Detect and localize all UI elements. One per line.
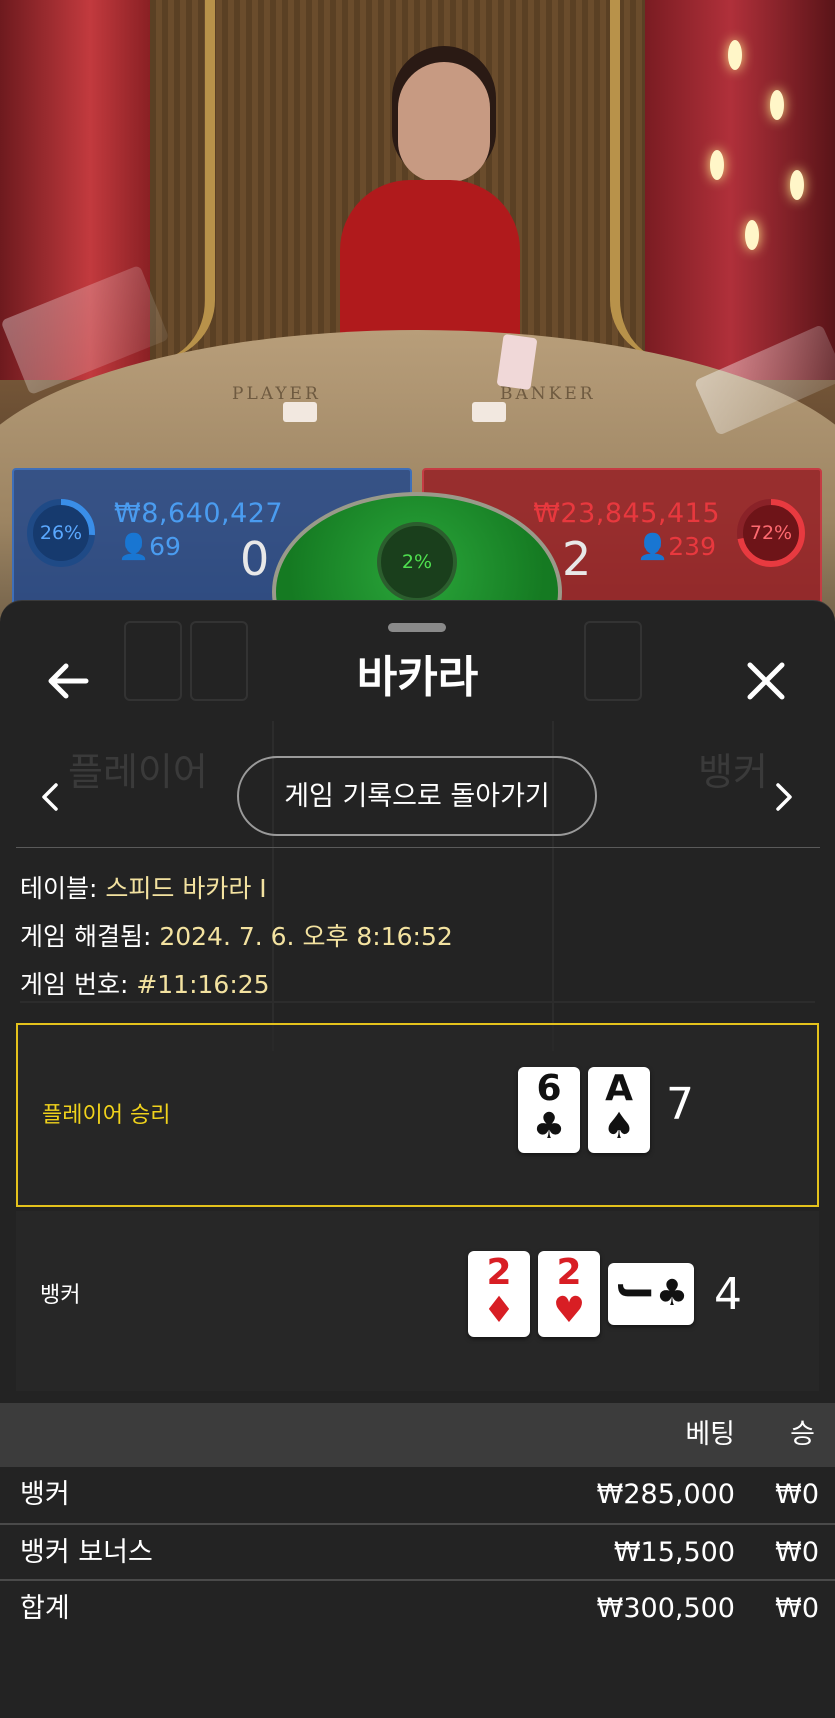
- player-percent: 26%: [39, 522, 83, 544]
- bet-win: ₩0: [775, 1479, 819, 1510]
- player-percent-ring: 26%: [26, 498, 96, 568]
- player-card-1: 6 ♣: [518, 1067, 580, 1153]
- ghost-player-label: 플레이어: [68, 750, 208, 794]
- banker-bet-total: ₩23,845,415: [533, 498, 720, 529]
- bet-name: 뱅커: [20, 1479, 70, 1510]
- lamp-light: [770, 90, 784, 120]
- game-number: #11:16:25: [136, 970, 270, 999]
- gold-arch-right: [610, 0, 720, 360]
- bet-win: ₩0: [775, 1593, 819, 1624]
- chevron-left-icon: [42, 783, 58, 811]
- previous-game-button[interactable]: [30, 769, 70, 825]
- chevron-right-icon: [776, 783, 792, 811]
- lamp-light: [790, 170, 804, 200]
- table-info-row: 테이블: 스피드 바카라 I: [20, 871, 267, 907]
- banker-score: 2: [562, 532, 592, 586]
- banker-count: 👤239: [637, 532, 716, 561]
- player-total: 7: [666, 1079, 694, 1130]
- banker-card-3: J ♣: [608, 1263, 694, 1325]
- banker-card-1: 2 ♦: [468, 1251, 530, 1337]
- bet-row: 뱅커 보너스 ₩15,500 ₩0: [0, 1525, 835, 1581]
- banker-percent: 72%: [749, 522, 793, 544]
- sheet-drag-handle[interactable]: [388, 623, 446, 632]
- resolved-info-row: 게임 해결됨: 2024. 7. 6. 오후 8:16:52: [20, 919, 453, 955]
- tie-percent-ring: 2%: [377, 522, 457, 602]
- bet-win: ₩0: [775, 1537, 819, 1568]
- sheet-title: 바카라: [356, 652, 479, 703]
- banker-total: 4: [714, 1269, 742, 1320]
- bet-column-header: 베팅: [685, 1419, 735, 1450]
- ghost-banker-label: 뱅커: [698, 750, 768, 794]
- bets-header: 베팅 승: [0, 1403, 835, 1467]
- felt-card: [283, 402, 317, 422]
- lamp-light: [745, 220, 759, 250]
- bet-amount: ₩285,000: [596, 1479, 735, 1510]
- bet-amount: ₩300,500: [596, 1593, 735, 1624]
- bet-total-row: 합계 ₩300,500 ₩0: [0, 1581, 835, 1637]
- divider: [16, 847, 820, 848]
- close-button[interactable]: [738, 653, 794, 709]
- banker-result-label: 뱅커: [40, 1283, 81, 1308]
- tie-percent: 2%: [401, 551, 433, 573]
- player-card-2: A ♠: [588, 1067, 650, 1153]
- back-to-history-button[interactable]: 게임 기록으로 돌아가기: [237, 756, 597, 836]
- dealer: [398, 62, 490, 182]
- bet-name: 뱅커 보너스: [20, 1537, 153, 1568]
- win-column-header: 승: [790, 1419, 815, 1450]
- resolved-label: 게임 해결됨:: [20, 922, 152, 951]
- game-detail-sheet: 플레이어 뱅커 바카라 게임 기록으로 돌아가기 테이블: 스피드 바카라 I …: [0, 600, 835, 1718]
- banker-percent-ring: 72%: [736, 498, 806, 568]
- bet-row: 뱅커 ₩285,000 ₩0: [0, 1467, 835, 1523]
- felt-card: [472, 402, 506, 422]
- player-result-label: 플레이어 승리: [42, 1103, 171, 1128]
- lamp-light: [710, 150, 724, 180]
- table-label: 테이블:: [20, 874, 98, 903]
- player-result-row: 플레이어 승리 6 ♣ A ♠ 7: [16, 1023, 819, 1207]
- lamp-light: [728, 40, 742, 70]
- banker-result-row: 뱅커 2 ♦ 2 ♥ J ♣ 4: [16, 1211, 819, 1391]
- game-number-row: 게임 번호: #11:16:25: [20, 967, 270, 1003]
- player-count: 👤69: [118, 532, 181, 561]
- player-bet-total: ₩8,640,427: [114, 498, 284, 529]
- player-score: 0: [240, 532, 270, 586]
- felt-player-text: PLAYER: [232, 384, 321, 404]
- person-icon: 👤: [637, 532, 669, 561]
- dealer-card: [496, 333, 538, 391]
- person-icon: 👤: [118, 532, 150, 561]
- banker-card-2: 2 ♥: [538, 1251, 600, 1337]
- bet-name: 합계: [20, 1593, 70, 1624]
- resolved-time: 2024. 7. 6. 오후 8:16:52: [159, 922, 453, 951]
- game-number-label: 게임 번호:: [20, 970, 129, 999]
- table-name: 스피드 바카라 I: [105, 874, 267, 903]
- next-game-button[interactable]: [764, 769, 804, 825]
- close-icon: [747, 662, 785, 700]
- bet-amount: ₩15,500: [613, 1537, 735, 1568]
